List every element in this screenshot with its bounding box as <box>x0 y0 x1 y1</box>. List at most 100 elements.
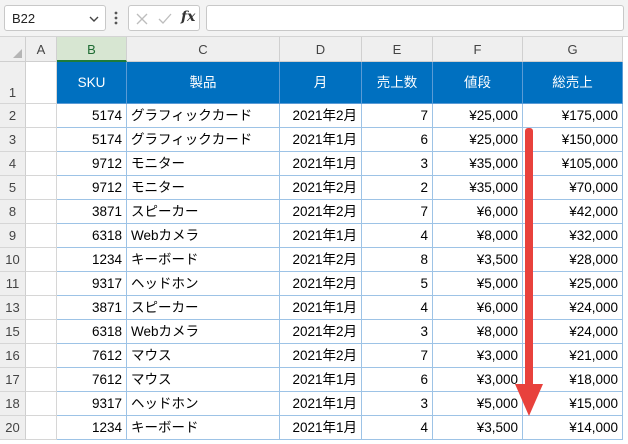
chevron-down-icon[interactable] <box>89 14 99 24</box>
table-cell[interactable]: スピーカー <box>127 200 280 224</box>
table-cell[interactable]: ¥35,000 <box>433 176 523 200</box>
table-cell[interactable]: 2021年2月 <box>280 272 362 296</box>
row-header[interactable]: 13 <box>0 296 26 320</box>
table-cell[interactable]: 8 <box>362 248 433 272</box>
cancel-icon[interactable] <box>135 12 149 26</box>
row-header[interactable]: 4 <box>0 152 26 176</box>
column-header-g[interactable]: G <box>523 37 623 62</box>
table-cell[interactable]: 2021年1月 <box>280 368 362 392</box>
column-header-b[interactable]: B <box>57 37 127 62</box>
name-box[interactable]: B22 <box>4 5 106 31</box>
table-cell[interactable]: 4 <box>362 224 433 248</box>
cell[interactable] <box>26 368 57 392</box>
table-cell[interactable]: 2021年1月 <box>280 152 362 176</box>
table-cell[interactable]: 9712 <box>57 176 127 200</box>
row-header[interactable]: 16 <box>0 344 26 368</box>
table-cell[interactable]: キーボード <box>127 416 280 440</box>
table-cell[interactable]: グラフィックカード <box>127 128 280 152</box>
table-cell[interactable]: 9712 <box>57 152 127 176</box>
row-header[interactable]: 20 <box>0 416 26 440</box>
check-icon[interactable] <box>157 12 173 26</box>
table-cell[interactable]: 2021年2月 <box>280 248 362 272</box>
row-header[interactable]: 11 <box>0 272 26 296</box>
table-cell[interactable]: 5 <box>362 272 433 296</box>
row-header[interactable]: 10 <box>0 248 26 272</box>
table-cell[interactable]: 3871 <box>57 200 127 224</box>
table-cell[interactable]: 2021年1月 <box>280 392 362 416</box>
more-vertical-icon[interactable] <box>113 9 119 27</box>
row-header[interactable]: 8 <box>0 200 26 224</box>
table-cell[interactable]: ¥3,500 <box>433 248 523 272</box>
table-header-cell[interactable]: 総売上 <box>523 62 623 104</box>
table-cell[interactable]: 2021年2月 <box>280 176 362 200</box>
table-cell[interactable]: ¥8,000 <box>433 320 523 344</box>
table-cell[interactable]: モニター <box>127 176 280 200</box>
table-cell[interactable]: 1234 <box>57 416 127 440</box>
table-cell[interactable]: 6318 <box>57 224 127 248</box>
table-cell[interactable]: 2021年2月 <box>280 200 362 224</box>
cell[interactable] <box>26 392 57 416</box>
table-cell[interactable]: 7 <box>362 344 433 368</box>
table-header-cell[interactable]: SKU <box>57 62 127 104</box>
row-header[interactable]: 1 <box>0 62 26 104</box>
row-header[interactable]: 9 <box>0 224 26 248</box>
table-cell[interactable]: キーボード <box>127 248 280 272</box>
table-cell[interactable]: 1234 <box>57 248 127 272</box>
column-header-f[interactable]: F <box>433 37 523 62</box>
table-cell[interactable]: 2 <box>362 176 433 200</box>
table-cell[interactable]: 4 <box>362 416 433 440</box>
cell[interactable] <box>26 152 57 176</box>
table-header-cell[interactable]: 月 <box>280 62 362 104</box>
table-cell[interactable]: 5174 <box>57 104 127 128</box>
table-cell[interactable]: ¥35,000 <box>433 152 523 176</box>
table-cell[interactable]: ヘッドホン <box>127 392 280 416</box>
table-cell[interactable]: モニター <box>127 152 280 176</box>
table-cell[interactable]: 2021年1月 <box>280 224 362 248</box>
cell[interactable] <box>26 104 57 128</box>
insert-function-icon[interactable]: fx <box>181 9 195 25</box>
table-cell[interactable]: 5174 <box>57 128 127 152</box>
table-cell[interactable]: マウス <box>127 368 280 392</box>
cell[interactable] <box>26 416 57 440</box>
table-cell[interactable]: 2021年2月 <box>280 344 362 368</box>
table-cell[interactable]: ¥8,000 <box>433 224 523 248</box>
table-cell[interactable]: 6318 <box>57 320 127 344</box>
table-header-cell[interactable]: 売上数 <box>362 62 433 104</box>
table-header-cell[interactable]: 製品 <box>127 62 280 104</box>
table-cell[interactable]: 4 <box>362 296 433 320</box>
column-header-a[interactable]: A <box>26 37 57 62</box>
table-cell[interactable]: 2021年1月 <box>280 296 362 320</box>
row-header[interactable]: 18 <box>0 392 26 416</box>
cell[interactable] <box>26 272 57 296</box>
table-cell[interactable]: ¥25,000 <box>433 104 523 128</box>
table-cell[interactable]: 3 <box>362 152 433 176</box>
table-cell[interactable]: Webカメラ <box>127 320 280 344</box>
table-cell[interactable]: 7612 <box>57 368 127 392</box>
column-header-d[interactable]: D <box>280 37 362 62</box>
table-cell[interactable]: ¥3,500 <box>433 416 523 440</box>
table-cell[interactable]: 2021年2月 <box>280 104 362 128</box>
table-cell[interactable]: 9317 <box>57 272 127 296</box>
table-cell[interactable]: ヘッドホン <box>127 272 280 296</box>
table-cell[interactable]: ¥3,000 <box>433 344 523 368</box>
select-all-corner[interactable] <box>0 37 26 62</box>
column-header-e[interactable]: E <box>362 37 433 62</box>
table-cell[interactable]: ¥14,000 <box>523 416 623 440</box>
table-header-cell[interactable]: 値段 <box>433 62 523 104</box>
table-cell[interactable]: 6 <box>362 128 433 152</box>
table-cell[interactable]: 7 <box>362 200 433 224</box>
cell[interactable] <box>26 200 57 224</box>
table-cell[interactable]: ¥5,000 <box>433 392 523 416</box>
table-cell[interactable]: 3871 <box>57 296 127 320</box>
table-cell[interactable]: ¥6,000 <box>433 296 523 320</box>
table-cell[interactable]: グラフィックカード <box>127 104 280 128</box>
column-header-c[interactable]: C <box>127 37 280 62</box>
table-cell[interactable]: 6 <box>362 368 433 392</box>
cell[interactable] <box>26 344 57 368</box>
table-cell[interactable]: マウス <box>127 344 280 368</box>
cell[interactable] <box>26 248 57 272</box>
cell[interactable] <box>26 62 57 104</box>
table-cell[interactable]: 7612 <box>57 344 127 368</box>
table-cell[interactable]: 7 <box>362 104 433 128</box>
table-cell[interactable]: スピーカー <box>127 296 280 320</box>
